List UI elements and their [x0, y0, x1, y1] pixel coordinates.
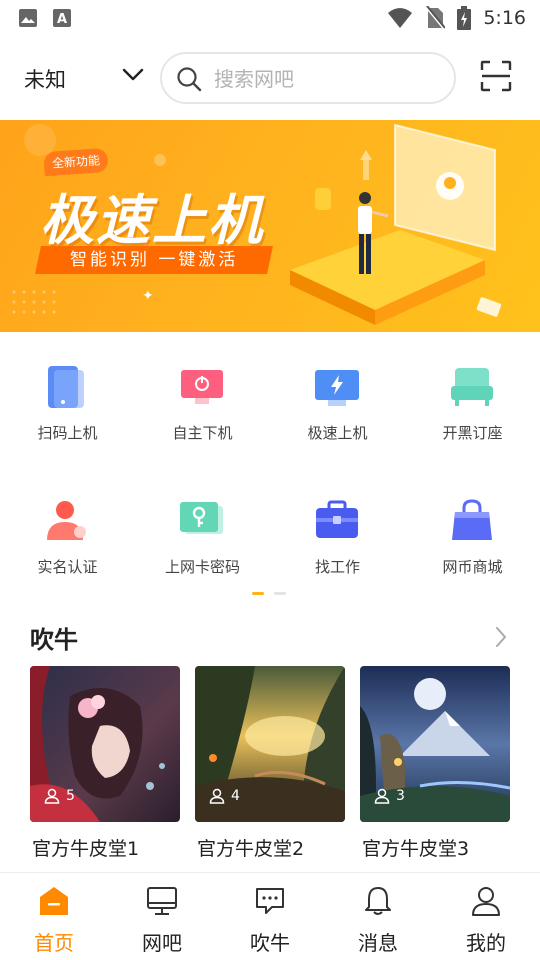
battery-icon: [457, 6, 472, 30]
no-sim-icon: [425, 6, 446, 30]
power-off-icon: [181, 370, 223, 404]
chevron-down-icon[interactable]: [122, 68, 144, 82]
grid-label: 极速上机: [307, 424, 368, 442]
seat-icon: [451, 368, 493, 406]
grid-label: 上网卡密码: [164, 558, 240, 576]
status-time: 5:16: [483, 7, 526, 29]
banner-badge: 全新功能: [43, 147, 109, 177]
banner-title: 极速上机: [40, 189, 264, 252]
briefcase-icon: [316, 500, 358, 538]
nav-label: 吹牛: [250, 931, 290, 955]
phone-scan-icon: [48, 366, 84, 408]
nav-label: 首页: [34, 931, 74, 955]
image-icon: [19, 9, 37, 27]
grid-pager: [252, 592, 286, 595]
card-member-count: 4: [209, 788, 240, 804]
nav-label: 消息: [358, 931, 398, 955]
search-input[interactable]: [214, 64, 444, 94]
grid-label: 实名认证: [37, 558, 98, 576]
nav-item-messages[interactable]: 消息: [324, 873, 432, 960]
header: 未知: [0, 44, 540, 114]
card-title: 官方牛皮堂2: [197, 838, 305, 860]
nav-item-profile[interactable]: 我的: [432, 873, 540, 960]
profile-icon: [472, 887, 500, 916]
promo-banner[interactable]: ✦ 全新功能 极速上机 智能识别 一键激活: [0, 120, 540, 332]
nav-item-chat[interactable]: 吹牛: [216, 873, 324, 960]
section-title: 吹牛: [30, 626, 78, 654]
grid-item-coin-mall[interactable]: 网币商城: [405, 484, 540, 594]
nav-item-netcafe[interactable]: 网吧: [108, 873, 216, 960]
banner-subtitle: 智能识别 一键激活: [35, 246, 273, 274]
grid-label: 开黑订座: [442, 424, 503, 442]
grid-item-real-name[interactable]: 实名认证: [0, 484, 135, 594]
nav-label: 网吧: [142, 931, 182, 955]
grid-item-find-job[interactable]: 找工作: [270, 484, 405, 594]
home-icon: [40, 887, 68, 915]
grid-item-seat-booking[interactable]: 开黑订座: [405, 350, 540, 460]
svg-text:A: A: [57, 12, 67, 27]
banner-subtitle-text: 智能识别 一键激活: [69, 250, 239, 270]
svg-text:✦: ✦: [142, 288, 154, 304]
chevron-right-icon[interactable]: [494, 626, 508, 648]
grid-item-scan-login[interactable]: 扫码上机: [0, 350, 135, 460]
scan-icon[interactable]: [480, 60, 512, 92]
wifi-icon: [388, 8, 413, 28]
card-title: 官方牛皮堂3: [362, 838, 470, 860]
person-icon: [374, 788, 390, 804]
person-icon: [209, 788, 225, 804]
card-member-count: 5: [44, 788, 75, 804]
search-bar[interactable]: [160, 52, 456, 104]
card-member-count: 3: [374, 788, 405, 804]
grid-label: 网币商城: [442, 558, 503, 576]
grid-item-card-password[interactable]: 上网卡密码: [135, 484, 270, 594]
chat-icon: [256, 888, 284, 914]
grid-label: 自主下机: [172, 424, 233, 442]
grid-item-self-logout[interactable]: 自主下机: [135, 350, 270, 460]
font-icon: A: [53, 9, 71, 27]
user-verify-icon: [47, 501, 86, 540]
nav-label: 我的: [466, 931, 506, 955]
card-title: 官方牛皮堂1: [32, 838, 140, 860]
pager-dot: [274, 592, 286, 595]
card-count-value: 4: [231, 788, 240, 804]
shopping-bag-icon: [452, 499, 492, 540]
monitor-icon: [147, 887, 177, 915]
card-count-value: 5: [66, 788, 75, 804]
location-selector[interactable]: 未知: [24, 64, 66, 94]
key-card-icon: [180, 502, 223, 534]
card-count-value: 3: [396, 788, 405, 804]
pager-dot-active: [252, 592, 264, 595]
bottom-nav: 首页 网吧 吹牛 消息 我的: [0, 872, 540, 960]
nav-item-home[interactable]: 首页: [0, 873, 108, 960]
search-icon: [177, 67, 202, 92]
grid-label: 找工作: [314, 558, 360, 576]
grid-label: 扫码上机: [37, 424, 98, 442]
post-card-list: 5 官方牛皮堂1 4 官方牛皮堂2 3 官方牛皮堂3: [30, 666, 520, 866]
person-icon: [44, 788, 60, 804]
grid-item-fast-login[interactable]: 极速上机: [270, 350, 405, 460]
status-bar: A 5:16: [0, 0, 540, 36]
lightning-monitor-icon: [315, 370, 359, 406]
bell-icon: [365, 887, 391, 915]
